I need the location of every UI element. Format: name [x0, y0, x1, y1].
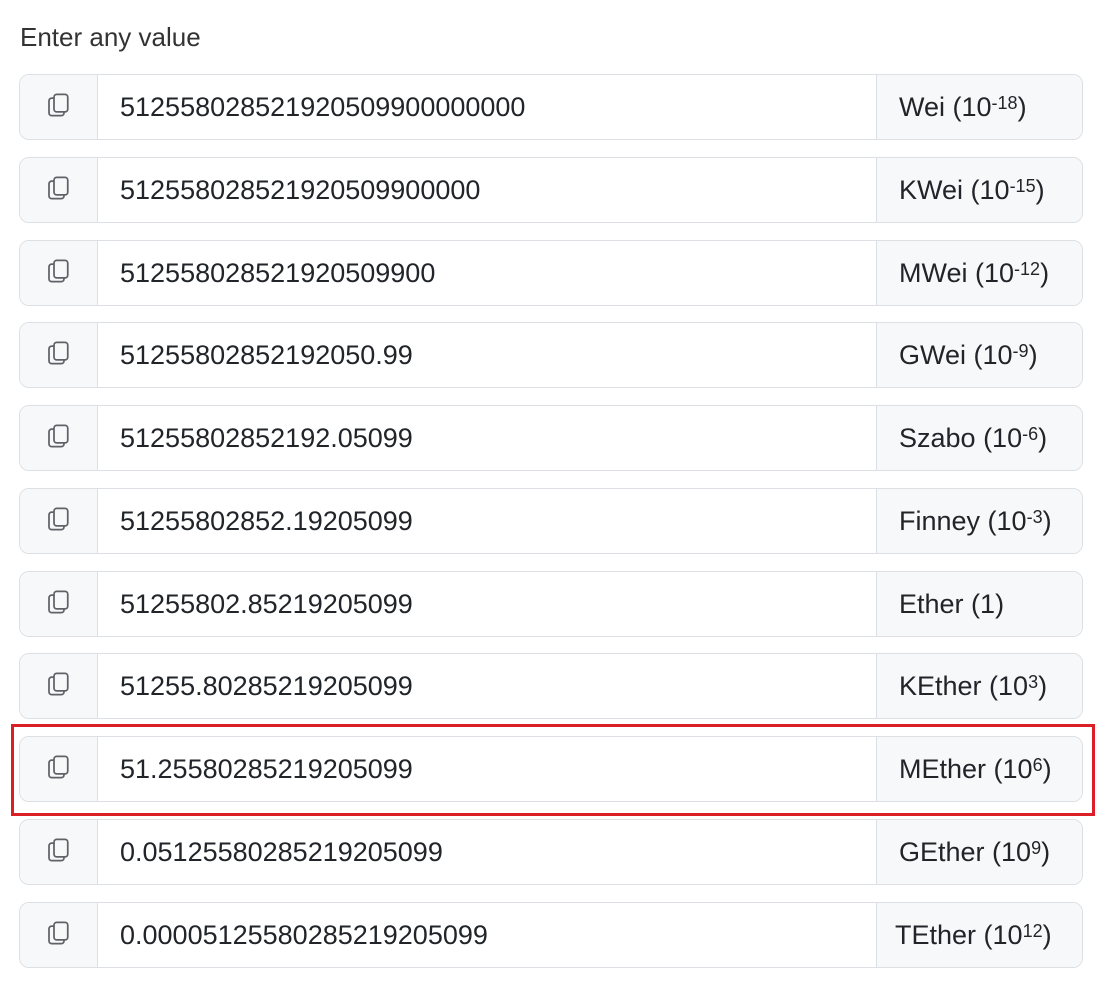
unit-label-mwei: MWei (10 -12)	[876, 241, 1082, 305]
copy-button-kether[interactable]	[20, 654, 98, 718]
copy-button-ether[interactable]	[20, 572, 98, 636]
unit-label-kwei: KWei (10 -15)	[876, 158, 1082, 222]
unit-row-ether: Ether (1)	[19, 571, 1083, 637]
unit-name: KWei	[899, 174, 964, 205]
value-input-mether[interactable]	[98, 737, 876, 801]
page-heading: Enter any value	[20, 22, 201, 52]
copy-icon	[44, 338, 74, 373]
unit-name: TEther	[895, 919, 977, 950]
copy-button-kwei[interactable]	[20, 158, 98, 222]
unit-label-ether: Ether (1)	[876, 572, 1082, 636]
unit-name: GWei	[899, 339, 967, 370]
copy-button-mether[interactable]	[20, 737, 98, 801]
value-input-kether[interactable]	[98, 654, 876, 718]
value-input-mwei[interactable]	[98, 241, 876, 305]
value-input-gwei[interactable]	[98, 323, 876, 387]
unit-name: Ether	[899, 588, 964, 619]
unit-name: Finney	[899, 505, 981, 536]
copy-button-mwei[interactable]	[20, 241, 98, 305]
unit-label-gether: GEther (10 9)	[876, 820, 1082, 884]
unit-row-mether: MEther (106)	[19, 736, 1083, 802]
copy-button-szabo[interactable]	[20, 406, 98, 470]
copy-button-tether[interactable]	[20, 903, 98, 967]
unit-label-gwei: GWei (10 -9)	[876, 323, 1082, 387]
copy-icon	[44, 752, 74, 787]
unit-row-mwei: MWei (10-12)	[19, 240, 1083, 306]
unit-label-finney: Finney (10 -3)	[876, 489, 1082, 553]
copy-icon	[44, 669, 74, 704]
unit-row-tether: TEther (1012)	[19, 902, 1083, 968]
unit-exponent: 12	[1022, 920, 1043, 941]
copy-icon	[44, 835, 74, 870]
copy-icon	[44, 504, 74, 539]
copy-icon	[44, 918, 74, 953]
unit-name: GEther	[899, 836, 985, 867]
value-input-finney[interactable]	[98, 489, 876, 553]
unit-exponent: -3	[1026, 506, 1043, 527]
unit-exponent: -12	[1014, 258, 1041, 279]
copy-icon	[44, 587, 74, 622]
unit-row-gether: GEther (109)	[19, 819, 1083, 885]
copy-icon	[44, 90, 74, 125]
unit-row-gwei: GWei (10-9)	[19, 322, 1083, 388]
unit-exponent: -9	[1012, 340, 1029, 361]
unit-exponent: 9	[1031, 837, 1042, 858]
unit-exponent: -15	[1009, 175, 1036, 196]
unit-factor: 1	[980, 588, 996, 619]
unit-label-tether: TEther (10 12)	[876, 903, 1082, 967]
unit-label-szabo: Szabo (10 -6)	[876, 406, 1082, 470]
unit-exponent: 3	[1028, 671, 1039, 692]
unit-name: MEther	[899, 753, 987, 784]
value-input-tether[interactable]	[98, 903, 876, 967]
value-input-wei[interactable]	[98, 75, 876, 139]
value-input-szabo[interactable]	[98, 406, 876, 470]
unit-name: Wei	[899, 91, 946, 122]
unit-exponent: 6	[1032, 754, 1043, 775]
unit-row-wei: Wei (10-18)	[19, 74, 1083, 140]
unit-row-kether: KEther (103)	[19, 653, 1083, 719]
unit-name: MWei	[899, 257, 968, 288]
copy-icon	[44, 256, 74, 291]
value-input-ether[interactable]	[98, 572, 876, 636]
unit-label-kether: KEther (10 3)	[876, 654, 1082, 718]
copy-button-gwei[interactable]	[20, 323, 98, 387]
unit-row-finney: Finney (10-3)	[19, 488, 1083, 554]
unit-row-kwei: KWei (10-15)	[19, 157, 1083, 223]
unit-row-szabo: Szabo (10-6)	[19, 405, 1083, 471]
value-input-kwei[interactable]	[98, 158, 876, 222]
unit-exponent: -6	[1022, 423, 1039, 444]
unit-name: KEther	[899, 670, 982, 701]
unit-label-wei: Wei (10 -18)	[876, 75, 1082, 139]
unit-name: Szabo	[899, 422, 976, 453]
copy-icon	[44, 421, 74, 456]
copy-button-wei[interactable]	[20, 75, 98, 139]
unit-label-mether: MEther (10 6)	[876, 737, 1082, 801]
copy-button-gether[interactable]	[20, 820, 98, 884]
copy-button-finney[interactable]	[20, 489, 98, 553]
value-input-gether[interactable]	[98, 820, 876, 884]
copy-icon	[44, 173, 74, 208]
unit-exponent: -18	[991, 92, 1018, 113]
